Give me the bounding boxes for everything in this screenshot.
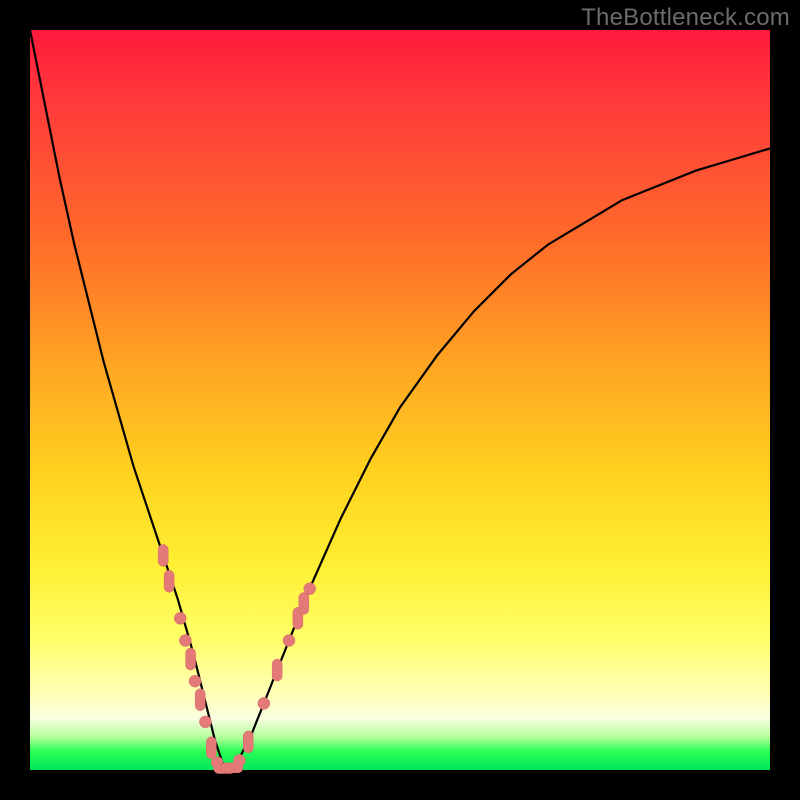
- curve-marker: [189, 675, 201, 687]
- curve-marker: [243, 731, 253, 753]
- curve-markers-group: [158, 544, 316, 773]
- curve-marker: [158, 544, 168, 566]
- curve-marker: [186, 648, 196, 670]
- curve-marker: [258, 697, 270, 709]
- chart-frame: TheBottleneck.com: [0, 0, 800, 800]
- chart-svg: [30, 30, 770, 770]
- plot-area: [30, 30, 770, 770]
- bottleneck-curve-line: [30, 30, 770, 770]
- curve-marker: [164, 570, 174, 592]
- curve-marker: [283, 635, 295, 647]
- curve-marker: [179, 635, 191, 647]
- curve-marker: [195, 689, 205, 711]
- curve-marker: [174, 612, 186, 624]
- curve-marker: [304, 583, 316, 595]
- curve-marker: [299, 593, 309, 615]
- watermark-text: TheBottleneck.com: [581, 4, 790, 32]
- curve-marker: [199, 716, 211, 728]
- curve-marker: [233, 754, 245, 766]
- curve-marker: [206, 737, 216, 759]
- curve-marker: [272, 659, 282, 681]
